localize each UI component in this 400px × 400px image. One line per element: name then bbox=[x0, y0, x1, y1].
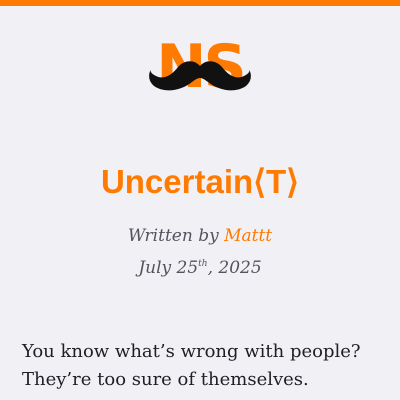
article-intro: You know what’s wrong with people? They’r… bbox=[22, 338, 382, 394]
top-accent-bar bbox=[0, 0, 400, 6]
intro-line-2: They’re too sure of themselves. bbox=[22, 369, 309, 390]
article-title: Uncertain⟨T⟩ bbox=[100, 163, 300, 200]
byline-prefix: Written by bbox=[127, 226, 219, 246]
mustache-icon bbox=[149, 61, 251, 91]
site-logo[interactable]: NS bbox=[148, 34, 252, 100]
date-year: , 2025 bbox=[207, 258, 262, 278]
date-ordinal: th bbox=[198, 259, 208, 269]
date-month-day: July 25 bbox=[138, 258, 199, 278]
intro-line-1: You know what’s wrong with people? bbox=[22, 341, 361, 362]
publish-date: July 25th, 2025 bbox=[0, 256, 400, 280]
author-link[interactable]: Mattt bbox=[224, 226, 272, 246]
byline: Written by Mattt bbox=[0, 224, 400, 248]
